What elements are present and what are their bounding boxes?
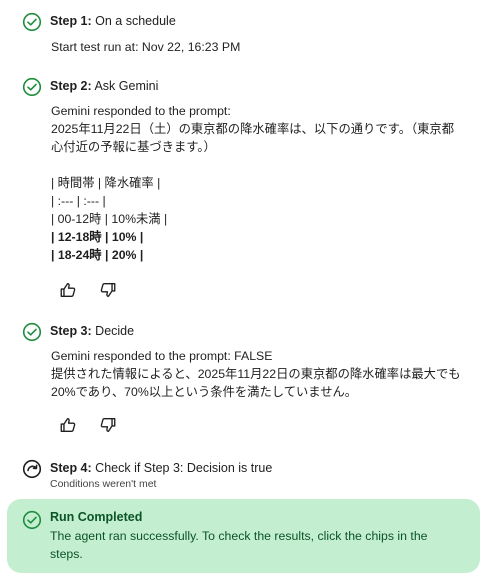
response-line: 2025年11月22日（土）の東京都の降水確率は、以下の通りです。（東京都 xyxy=(51,122,455,136)
step-detail: Conditions weren't met xyxy=(50,478,157,490)
step-header: Step 1: On a schedule xyxy=(50,13,176,29)
step-label: Step 2: xyxy=(50,79,92,93)
run-completed-banner: Run Completed The agent ran successfully… xyxy=(7,499,480,573)
step-header: Step 4: Check if Step 3: Decision is tru… xyxy=(50,460,272,476)
response-line xyxy=(51,156,471,174)
step-header: Step 2: Ask Gemini xyxy=(50,78,158,94)
feedback-buttons xyxy=(59,416,117,434)
response-line-bold: | 18-24時 | 20% | xyxy=(51,248,144,262)
response-line: | :--- | :--- | xyxy=(51,194,106,208)
response-line: 提供された情報によると、2025年11月22日の東京都の降水確率は最大でも xyxy=(51,367,461,381)
response-line: | 時間帯 | 降水確率 | xyxy=(51,176,161,190)
step-detail: Start test run at: Nov 22, 16:23 PM xyxy=(51,38,471,56)
step-label: Step 4: xyxy=(50,461,92,475)
thumbs-down-icon[interactable] xyxy=(99,416,117,434)
step-title: Ask Gemini xyxy=(91,79,159,93)
check-circle-icon xyxy=(22,12,42,32)
gemini-response: Gemini responded to the prompt: FALSE 提供… xyxy=(51,347,471,401)
step-title: Decide xyxy=(91,324,135,338)
step-label: Step 1: xyxy=(50,14,92,28)
thumbs-up-icon[interactable] xyxy=(59,281,77,299)
check-circle-icon xyxy=(22,322,42,342)
completed-message: The agent ran successfully. To check the… xyxy=(50,529,428,561)
response-line: Gemini responded to the prompt: xyxy=(51,104,231,118)
step-header: Step 3: Decide xyxy=(50,323,134,339)
detail-text: Start test run at: Nov 22, 16:23 PM xyxy=(51,40,241,54)
response-line: | 00-12時 | 10%未満 | xyxy=(51,212,168,226)
step-title: Check if Step 3: Decision is true xyxy=(91,461,273,475)
response-line: Gemini responded to the prompt: FALSE xyxy=(51,349,273,363)
skip-circle-icon xyxy=(22,459,42,479)
feedback-buttons xyxy=(59,281,117,299)
response-line-bold: | 12-18時 | 10% | xyxy=(51,230,144,244)
gemini-response: Gemini responded to the prompt: 2025年11月… xyxy=(51,102,471,264)
step-label: Step 3: xyxy=(50,324,92,338)
check-circle-icon xyxy=(22,510,42,530)
thumbs-up-icon[interactable] xyxy=(59,416,77,434)
response-line: 20%であり、70%以上という条件を満たしていません。 xyxy=(51,385,358,399)
thumbs-down-icon[interactable] xyxy=(99,281,117,299)
check-circle-icon xyxy=(22,77,42,97)
completed-title: Run Completed xyxy=(50,510,143,524)
response-line: 心付近の予報に基づきます。） xyxy=(51,140,216,154)
step-title: On a schedule xyxy=(91,14,176,28)
